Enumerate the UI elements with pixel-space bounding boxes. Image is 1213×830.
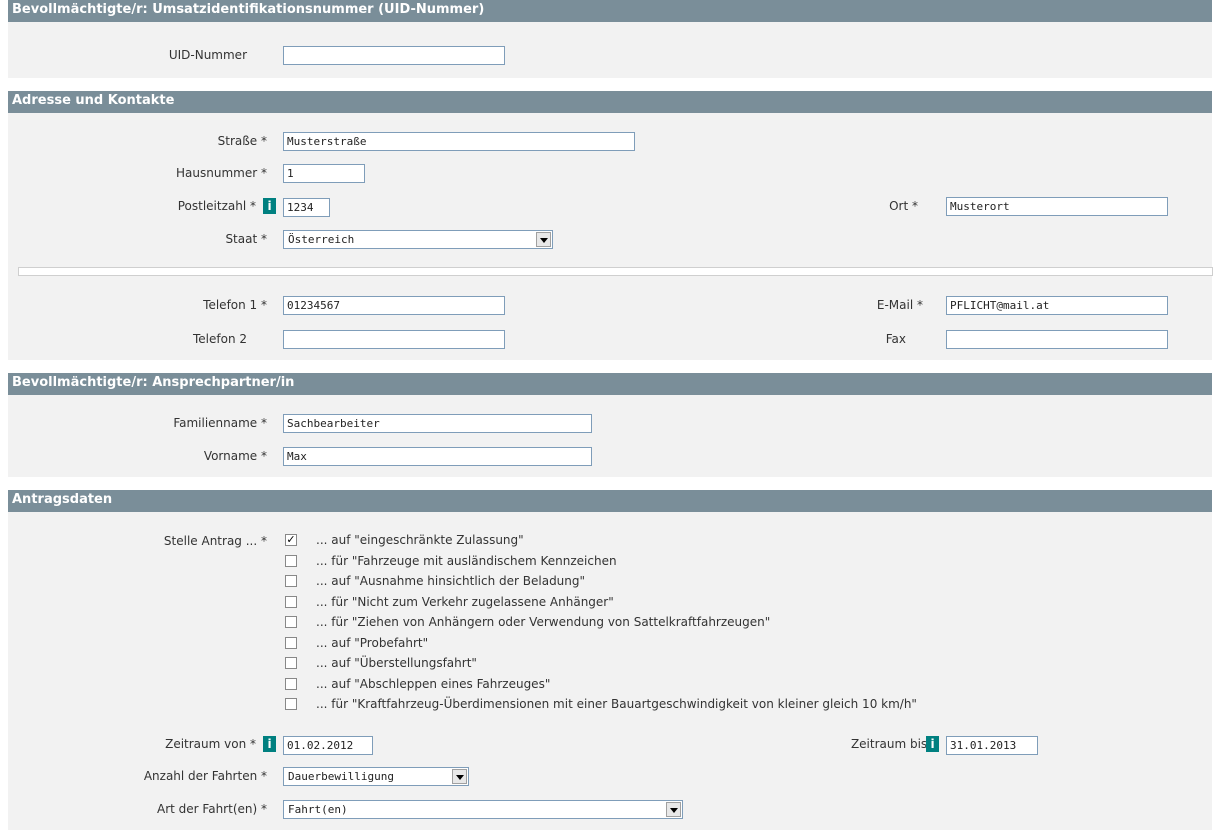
email-input[interactable] — [946, 296, 1168, 315]
period-to-label: Zeitraum bis * — [850, 737, 937, 751]
fax-label: Fax — [885, 332, 906, 346]
section-header-uid: Bevollmächtigte/r: Umsatzidentifikations… — [8, 0, 1212, 22]
country-label: Staat * — [225, 232, 267, 246]
phone1-label: Telefon 1 * — [203, 298, 267, 312]
section-header-address: Adresse und Kontakte — [8, 91, 1212, 113]
request-option-label: ... für "Nicht zum Verkehr zugelassene A… — [316, 595, 614, 609]
request-option-checkbox[interactable] — [285, 616, 297, 628]
request-option-checkbox[interactable] — [285, 698, 297, 710]
period-from-info-icon[interactable]: i — [263, 736, 276, 752]
period-to-input[interactable] — [946, 736, 1038, 755]
street-label: Straße * — [217, 134, 267, 148]
chevron-down-icon[interactable] — [452, 769, 467, 784]
chevron-down-icon[interactable] — [536, 232, 551, 247]
house-number-input[interactable] — [283, 164, 365, 183]
trip-type-select[interactable]: Fahrt(en) — [283, 800, 683, 819]
request-option-checkbox[interactable] — [285, 575, 297, 587]
trip-count-select[interactable]: Dauerbewilligung — [283, 767, 469, 786]
request-option-checkbox[interactable] — [285, 657, 297, 669]
request-option-label: ... auf "Ausnahme hinsichtlich der Belad… — [316, 574, 586, 588]
section-divider — [18, 267, 1213, 276]
chevron-down-icon[interactable] — [666, 802, 681, 817]
first-name-input[interactable] — [283, 447, 592, 466]
postal-code-label: Postleitzahl * — [177, 199, 256, 213]
phone1-input[interactable] — [283, 296, 505, 315]
phone2-label: Telefon 2 — [192, 332, 247, 346]
uid-input[interactable] — [283, 46, 505, 65]
request-option-checkbox[interactable] — [285, 555, 297, 567]
country-select[interactable]: Österreich — [283, 230, 553, 249]
request-option-label: ... auf "eingeschränkte Zulassung" — [316, 533, 524, 547]
street-input[interactable] — [283, 132, 635, 151]
period-from-label: Zeitraum von * — [165, 737, 256, 751]
request-option-checkbox[interactable] — [285, 678, 297, 690]
trip-type-label: Art der Fahrt(en) * — [157, 802, 267, 816]
postal-code-info-icon[interactable]: i — [263, 198, 276, 214]
request-option-label: ... auf "Probefahrt" — [316, 636, 429, 650]
request-option-checkbox[interactable] — [285, 596, 297, 608]
first-name-label: Vorname * — [203, 449, 267, 463]
request-option-checkbox[interactable] — [285, 637, 297, 649]
last-name-label: Familienname * — [173, 416, 267, 430]
request-option-label: ... für "Kraftfahrzeug-Überdimensionen m… — [316, 697, 917, 711]
uid-label: UID-Nummer — [168, 48, 247, 62]
request-option-label: ... für "Fahrzeuge mit ausländischem Ken… — [316, 554, 617, 568]
trip-count-label: Anzahl der Fahrten * — [143, 769, 267, 783]
section-header-application: Antragsdaten — [8, 490, 1212, 512]
request-option-label: ... auf "Überstellungsfahrt" — [316, 656, 477, 670]
period-to-info-icon[interactable]: i — [926, 736, 939, 752]
trip-count-select-value: Dauerbewilligung — [288, 770, 394, 783]
period-from-input[interactable] — [283, 736, 373, 755]
request-option-label: ... auf "Abschleppen eines Fahrzeuges" — [316, 677, 551, 691]
city-label: Ort * — [889, 199, 918, 213]
fax-input[interactable] — [946, 330, 1168, 349]
last-name-input[interactable] — [283, 414, 592, 433]
email-label: E-Mail * — [876, 298, 923, 312]
request-option-label: ... für "Ziehen von Anhängern oder Verwe… — [316, 615, 771, 629]
phone2-input[interactable] — [283, 330, 505, 349]
request-label: Stelle Antrag ... * — [163, 534, 267, 548]
section-header-contact: Bevollmächtigte/r: Ansprechpartner/in — [8, 373, 1212, 395]
city-input[interactable] — [946, 197, 1168, 216]
trip-type-select-value: Fahrt(en) — [288, 803, 348, 816]
section-body-contact — [8, 395, 1212, 477]
postal-code-input[interactable] — [283, 198, 330, 217]
request-option-checkbox[interactable]: ✓ — [285, 534, 297, 546]
house-number-label: Hausnummer * — [176, 166, 267, 180]
country-select-value: Österreich — [288, 233, 355, 246]
